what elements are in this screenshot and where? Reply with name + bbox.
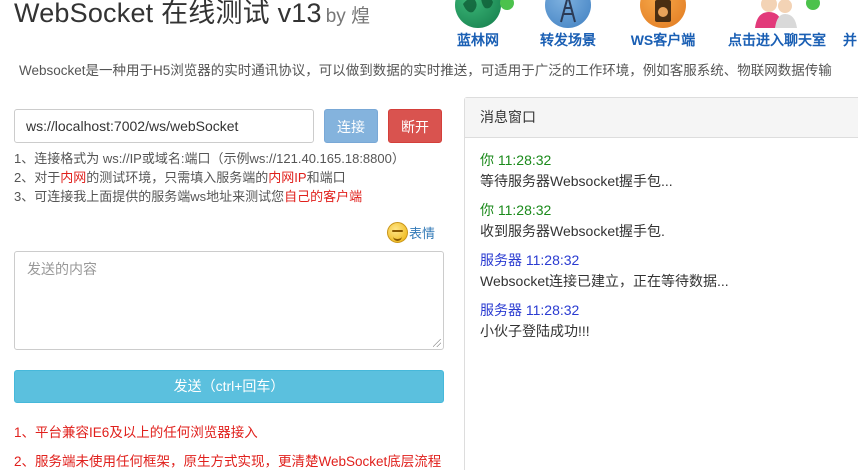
globe-icon bbox=[455, 0, 501, 28]
nav-item-forward-scene[interactable]: 转发场景 bbox=[536, 0, 600, 50]
speaker-icon bbox=[640, 0, 686, 28]
message-text: 收到服务器Websocket握手包. bbox=[480, 223, 665, 239]
author-byline: by 煌 bbox=[325, 6, 371, 27]
title-text: WebSocket 在线测试 v13 bbox=[14, 0, 322, 28]
emoji-button[interactable]: 表情 bbox=[387, 222, 435, 244]
users-icon bbox=[747, 0, 807, 28]
tower-icon bbox=[545, 0, 591, 28]
message-item: 你 11:28:32 收到服务器Websocket握手包. bbox=[480, 200, 848, 241]
tip-text: 3、可连接我上面提供的服务端ws地址来测试您 bbox=[14, 189, 285, 204]
tip-text: 和端口 bbox=[306, 170, 346, 185]
tip-highlight: 自己的客户端 bbox=[284, 189, 363, 204]
tip-highlight: 内网 bbox=[60, 170, 87, 185]
tip-line: 1、连接格式为 ws://IP或域名:端口（示例ws://121.40.165.… bbox=[14, 151, 405, 166]
badge-dot bbox=[500, 0, 514, 10]
nav-label: 转发场景 bbox=[540, 32, 596, 48]
message-list: 你 11:28:32 等待服务器Websocket握手包... 你 11:28:… bbox=[465, 138, 858, 362]
message-text: 小伙子登陆成功!!! bbox=[480, 323, 590, 339]
message-text: 等待服务器Websocket握手包... bbox=[480, 173, 673, 189]
tip-line: 2、对于内网的测试环境，只需填入服务端的内网IP和端口 bbox=[14, 168, 405, 187]
nav-item-ws-client[interactable]: WS客户端 bbox=[628, 0, 698, 50]
nav-label: WS客户端 bbox=[630, 32, 696, 48]
send-button[interactable]: 发送（ctrl+回车） bbox=[14, 370, 444, 403]
message-sender: 服务器 11:28:32 bbox=[480, 302, 580, 318]
resize-grip-icon[interactable] bbox=[433, 339, 441, 347]
tip-highlight: 内网IP bbox=[268, 170, 307, 185]
ws-url-input[interactable]: ws://localhost:7002/ws/webSocket bbox=[14, 109, 314, 143]
nav-item-more[interactable]: 并 bbox=[843, 0, 858, 50]
note-line: 2、服务端未使用任何框架，原生方式实现，更清楚WebSocket底层流程 bbox=[14, 454, 442, 469]
message-input[interactable]: 发送的内容 bbox=[14, 251, 444, 350]
message-window-title: 消息窗口 bbox=[465, 98, 858, 138]
nav-item-lanlin[interactable]: 蓝林网 bbox=[448, 0, 514, 50]
disconnect-button[interactable]: 断开 bbox=[388, 109, 442, 143]
message-sender: 你 11:28:32 bbox=[480, 202, 552, 218]
emoji-label: 表情 bbox=[409, 226, 436, 241]
nav-label: 点击进入聊天室 bbox=[728, 32, 826, 48]
message-window: 消息窗口 你 11:28:32 等待服务器Websocket握手包... 你 1… bbox=[464, 97, 858, 470]
message-sender: 你 11:28:32 bbox=[480, 152, 552, 168]
message-sender: 服务器 11:28:32 bbox=[480, 252, 580, 268]
message-text: Websocket连接已建立，正在等待数据... bbox=[480, 273, 729, 289]
message-item: 服务器 11:28:32 Websocket连接已建立，正在等待数据... bbox=[480, 250, 848, 291]
message-item: 你 11:28:32 等待服务器Websocket握手包... bbox=[480, 150, 848, 191]
connect-button[interactable]: 连接 bbox=[324, 109, 378, 143]
nav-label: 蓝林网 bbox=[457, 32, 499, 48]
connection-tips: 1、连接格式为 ws://IP或域名:端口（示例ws://121.40.165.… bbox=[14, 149, 405, 206]
feature-notes: 1、平台兼容IE6及以上的任何浏览器接入 2、服务端未使用任何框架，原生方式实现… bbox=[14, 418, 441, 470]
message-item: 服务器 11:28:32 小伙子登陆成功!!! bbox=[480, 300, 848, 341]
page-title: WebSocket 在线测试 v13 by 煌 bbox=[14, 0, 370, 30]
note-line: 1、平台兼容IE6及以上的任何浏览器接入 bbox=[14, 425, 258, 440]
badge-dot bbox=[806, 0, 820, 10]
message-placeholder: 发送的内容 bbox=[27, 261, 97, 277]
description-text: Websocket是一种用于H5浏览器的实时通讯协议，可以做到数据的实时推送，可… bbox=[19, 63, 832, 78]
tip-line: 3、可连接我上面提供的服务端ws地址来测试您自己的客户端 bbox=[14, 187, 405, 206]
nav-label: 并 bbox=[843, 32, 857, 48]
tip-text: 的测试环境，只需填入服务端的 bbox=[86, 170, 269, 185]
smiley-icon bbox=[387, 222, 408, 243]
nav-item-chat-room[interactable]: 点击进入聊天室 bbox=[722, 0, 832, 50]
tip-text: 2、对于 bbox=[14, 170, 61, 185]
